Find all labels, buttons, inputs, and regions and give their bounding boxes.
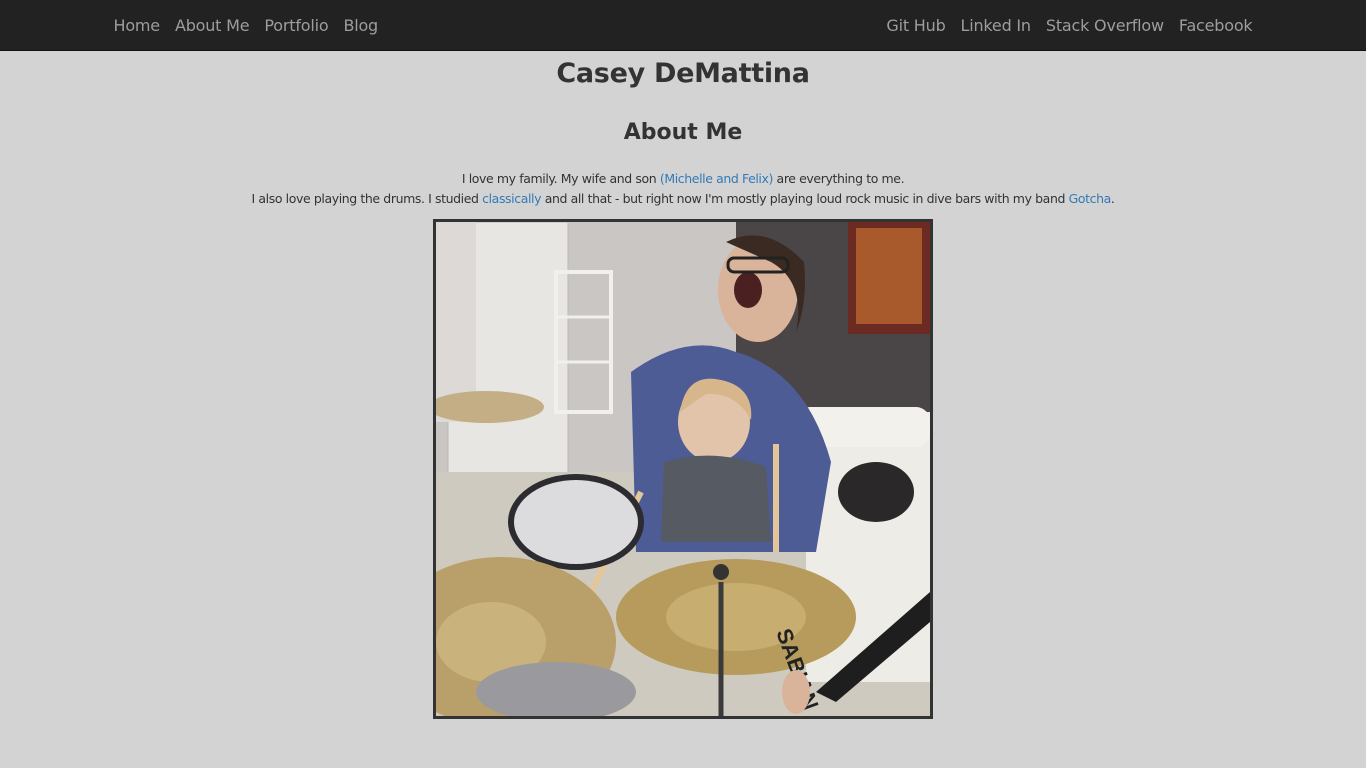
family-drums-photo: SABIAN — [433, 219, 933, 719]
section-title: About Me — [623, 120, 743, 145]
nav-linkedin-link[interactable]: Linked In — [953, 16, 1038, 35]
family-paragraph: I love my family. My wife and son (Miche… — [0, 171, 1366, 186]
classically-link[interactable]: classically — [482, 191, 541, 206]
top-navbar: Home About Me Portfolio Blog Git Hub Lin… — [0, 0, 1366, 51]
nav-about-link[interactable]: About Me — [167, 16, 256, 35]
nav-github-link[interactable]: Git Hub — [879, 16, 953, 35]
drums-text-after: . — [1110, 191, 1115, 206]
nav-portfolio-link[interactable]: Portfolio — [257, 16, 336, 35]
drums-text-before: I also love playing the drums. I studied — [251, 191, 483, 206]
nav-facebook-link[interactable]: Facebook — [1171, 16, 1260, 35]
drums-paragraph: I also love playing the drums. I studied… — [0, 191, 1366, 206]
nav-left-group: Home About Me Portfolio Blog — [106, 0, 386, 50]
nav-stackoverflow-link[interactable]: Stack Overflow — [1038, 16, 1171, 35]
band-link[interactable]: Gotcha — [1069, 191, 1112, 206]
photo-illustration: SABIAN — [436, 222, 930, 716]
nav-right-group: Git Hub Linked In Stack Overflow Faceboo… — [879, 0, 1260, 50]
family-text-after: are everything to me. — [772, 171, 905, 186]
family-link[interactable]: (Michelle and Felix) — [660, 171, 774, 186]
nav-home-link[interactable]: Home — [106, 16, 167, 35]
nav-blog-link[interactable]: Blog — [336, 16, 386, 35]
drums-text-middle: and all that - but right now I'm mostly … — [541, 191, 1069, 206]
family-text-before: I love my family. My wife and son — [461, 171, 660, 186]
site-title: Casey DeMattina — [556, 58, 810, 89]
